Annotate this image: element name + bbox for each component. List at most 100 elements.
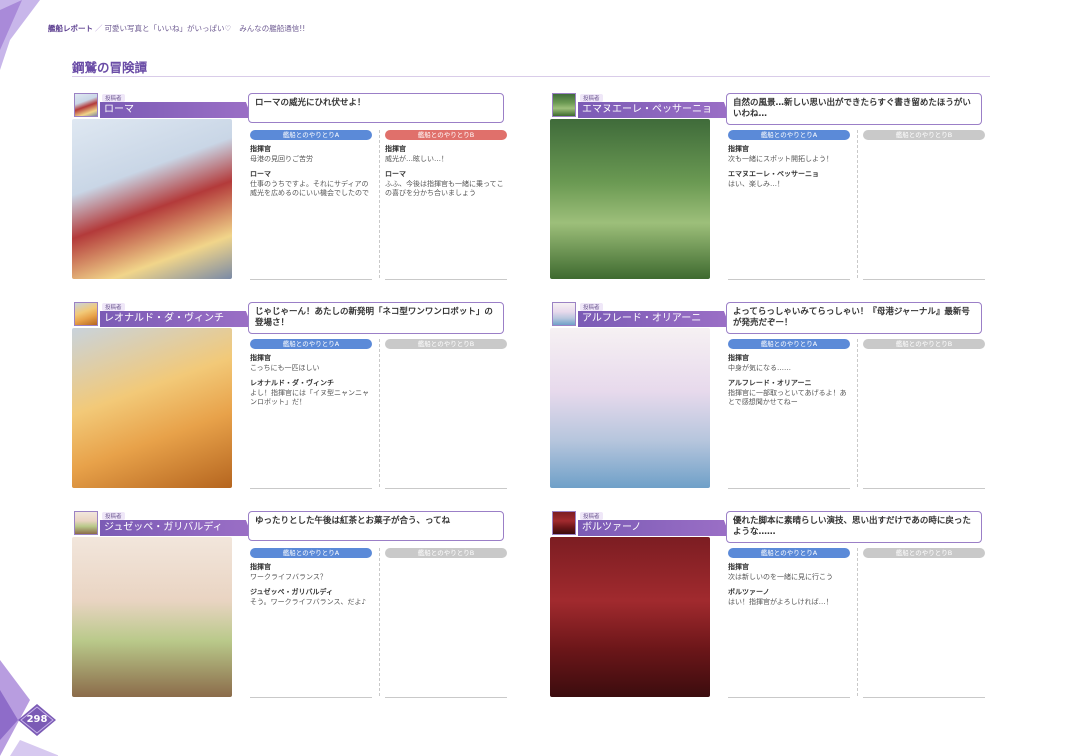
header-separator: ／	[95, 23, 103, 33]
exchange-a: 艦船とのやりとりA 指揮官 母港の見回りご苦労 ローマ 仕事のうちですよ。それにサディ…	[250, 130, 372, 280]
post-message: 優れた脚本に素晴らしい演技、思い出すだけであの時に戻ったような……	[726, 511, 982, 543]
exchange-a-lines: 指揮官 次は新しいのを一緒に見に行こう ボルツァーノ はい！指揮官がよろしければ…！	[728, 562, 850, 607]
exchange-a: 艦船とのやりとりA 指揮官 中身が気になる…… アルフレード・オリアーニ 指揮官に一部…	[728, 339, 850, 489]
speaker-name: 指揮官	[385, 145, 406, 153]
exchange-b-label: 艦船とのやりとりB	[863, 339, 985, 349]
poster-name: ジュゼッペ・ガリバルディ	[100, 520, 252, 536]
dialogue-line: こっちにも一匹ほしい	[250, 364, 320, 372]
poster-tag: 投稿者	[102, 94, 125, 102]
post-message: 自然の風景…新しい思い出ができたらすぐ書き留めたほうがいいわね…	[726, 93, 982, 125]
dialogue-line: 威光が…眩しい…！	[385, 155, 448, 163]
speaker-name: エマヌエーレ・ペッサーニョ	[728, 169, 819, 178]
header-subtitle: 可愛い写真と「いいね」がいっぱい♡	[104, 23, 232, 33]
header-subtitle-2: みんなの艦船通信!!	[239, 23, 306, 33]
avatar-image	[75, 512, 97, 534]
exchange-a-rule	[250, 697, 372, 698]
exchange-b: 艦船とのやりとりB 指揮官 威光が…眩しい…！ ローマ ふふ、今後は指揮官も一緒に乗っ…	[385, 130, 507, 280]
poster-name: ローマ	[100, 102, 252, 118]
post-photo[interactable]	[72, 328, 232, 488]
speaker-name: アルフレード・オリアーニ	[728, 378, 812, 387]
exchange-b-label: 艦船とのやりとりB	[385, 339, 507, 349]
poster-name: レオナルド・ダ・ヴィンチ	[100, 311, 252, 327]
post-card: 投稿者 ボルツァーノ 優れた脚本に素晴らしい演技、思い出すだけであの時に戻ったよ…	[550, 510, 986, 706]
dialogue-line: よし！指揮官には「イヌ型ニャンニャンロボット」だ！	[250, 388, 369, 407]
poster-name: アルフレード・オリアーニ	[578, 311, 730, 327]
post-photo[interactable]	[72, 537, 232, 697]
avatar[interactable]	[74, 302, 98, 326]
page-number: 298	[26, 714, 48, 725]
dialogue-line: はい、楽しみ…！	[728, 179, 784, 188]
avatar[interactable]	[552, 93, 576, 117]
poster-name: ボルツァーノ	[578, 520, 730, 536]
poster-tag: 投稿者	[102, 303, 125, 311]
avatar-image	[75, 94, 97, 116]
post-message: よってらっしゃいみてらっしゃい！『母港ジャーナル』最新号が発売だぞー！	[726, 302, 982, 334]
exchange-b: 艦船とのやりとりB	[863, 548, 985, 698]
exchange-a-rule	[728, 697, 850, 698]
exchange-b: 艦船とのやりとりB	[863, 130, 985, 280]
column-separator	[857, 548, 858, 696]
avatar[interactable]	[74, 511, 98, 535]
exchange-a-rule	[250, 488, 372, 489]
avatar[interactable]	[74, 93, 98, 117]
speaker-name: 指揮官	[728, 563, 749, 571]
post-photo[interactable]	[72, 119, 232, 279]
exchange-a-lines: 指揮官 次も一緒にスポット開拓しよう！ エマヌエーレ・ペッサーニョ はい、楽しみ…！	[728, 144, 850, 189]
dialogue-line: 次は新しいのを一緒に見に行こう	[728, 573, 833, 581]
exchange-a-rule	[250, 279, 372, 280]
exchange-b-label: 艦船とのやりとりB	[863, 130, 985, 140]
exchange-b: 艦船とのやりとりB	[385, 548, 507, 698]
speaker-name: 指揮官	[250, 563, 271, 571]
poster-header: 投稿者 ジュゼッペ・ガリバルディ	[72, 510, 252, 540]
exchange-b-lines: 指揮官 威光が…眩しい…！ ローマ ふふ、今後は指揮官も一緒に乗ってこの喜びを分かち合…	[385, 144, 507, 199]
dialogue-line: そう。ワークライフバランス、だよ♪	[250, 597, 366, 606]
post-photo[interactable]	[550, 328, 710, 488]
exchange-b-rule	[863, 279, 985, 280]
poster-header: 投稿者 アルフレード・オリアーニ	[550, 301, 730, 331]
page-number-badge: 298	[18, 704, 56, 736]
dialogue-line: 中身が気になる……	[728, 364, 791, 372]
poster-tag: 投稿者	[102, 512, 125, 520]
exchange-b-rule	[863, 697, 985, 698]
exchange-a-label: 艦船とのやりとりA	[250, 548, 372, 558]
post-card: 投稿者 アルフレード・オリアーニ よってらっしゃいみてらっしゃい！『母港ジャーナ…	[550, 301, 986, 497]
exchange-b-label: 艦船とのやりとりB	[385, 130, 507, 140]
speaker-name: 指揮官	[250, 354, 271, 362]
post-photo[interactable]	[550, 119, 710, 279]
section-title: 鋼鷲の冒険譚	[72, 60, 148, 75]
speaker-name: ローマ	[250, 169, 271, 178]
exchange-b-rule	[385, 279, 507, 280]
dialogue-line: 母港の見回りご苦労	[250, 155, 313, 163]
speaker-name: 指揮官	[250, 145, 271, 153]
poster-header: 投稿者 ローマ	[72, 92, 252, 122]
column-separator	[379, 548, 380, 696]
poster-header: 投稿者 レオナルド・ダ・ヴィンチ	[72, 301, 252, 331]
section-divider	[72, 76, 990, 77]
post-message: じゃじゃーん！あたしの新発明「ネコ型ワンワンロボット」の登場さ！	[248, 302, 504, 334]
column-separator	[857, 339, 858, 487]
poster-tag: 投稿者	[580, 512, 603, 520]
post-card: 投稿者 ジュゼッペ・ガリバルディ ゆったりとした午後は紅茶とお菓子が合う、ってね…	[72, 510, 508, 706]
exchange-a-rule	[728, 488, 850, 489]
dialogue-line: ワークライフバランス？	[250, 573, 327, 581]
avatar[interactable]	[552, 302, 576, 326]
decorative-edge	[0, 0, 58, 756]
exchange-a-label: 艦船とのやりとりA	[728, 339, 850, 349]
exchange-b-rule	[385, 488, 507, 489]
speaker-name: ジュゼッペ・ガリバルディ	[250, 587, 334, 596]
speaker-name: ローマ	[385, 169, 406, 178]
avatar-image	[75, 303, 97, 325]
poster-tag: 投稿者	[580, 303, 603, 311]
exchange-b-label: 艦船とのやりとりB	[385, 548, 507, 558]
exchange-a-lines: 指揮官ワークライフバランス？ ジュゼッペ・ガリバルディ そう。ワークライフバランス、…	[250, 562, 372, 607]
poster-header: 投稿者 ボルツァーノ	[550, 510, 730, 540]
exchange-b: 艦船とのやりとりB	[863, 339, 985, 489]
poster-name: エマヌエーレ・ペッサーニョ	[578, 102, 730, 118]
avatar[interactable]	[552, 511, 576, 535]
post-photo[interactable]	[550, 537, 710, 697]
dialogue-line: 仕事のうちですよ。それにサディアの威光を広めるのにいい機会でしたので	[250, 179, 369, 198]
exchange-b: 艦船とのやりとりB	[385, 339, 507, 489]
speaker-name: ボルツァーノ	[728, 587, 770, 596]
exchange-a-lines: 指揮官 中身が気になる…… アルフレード・オリアーニ 指揮官に一部取っといてあげるよ！…	[728, 353, 850, 408]
post-card: 投稿者 エマヌエーレ・ペッサーニョ 自然の風景…新しい思い出ができたらすぐ書き留…	[550, 92, 986, 288]
